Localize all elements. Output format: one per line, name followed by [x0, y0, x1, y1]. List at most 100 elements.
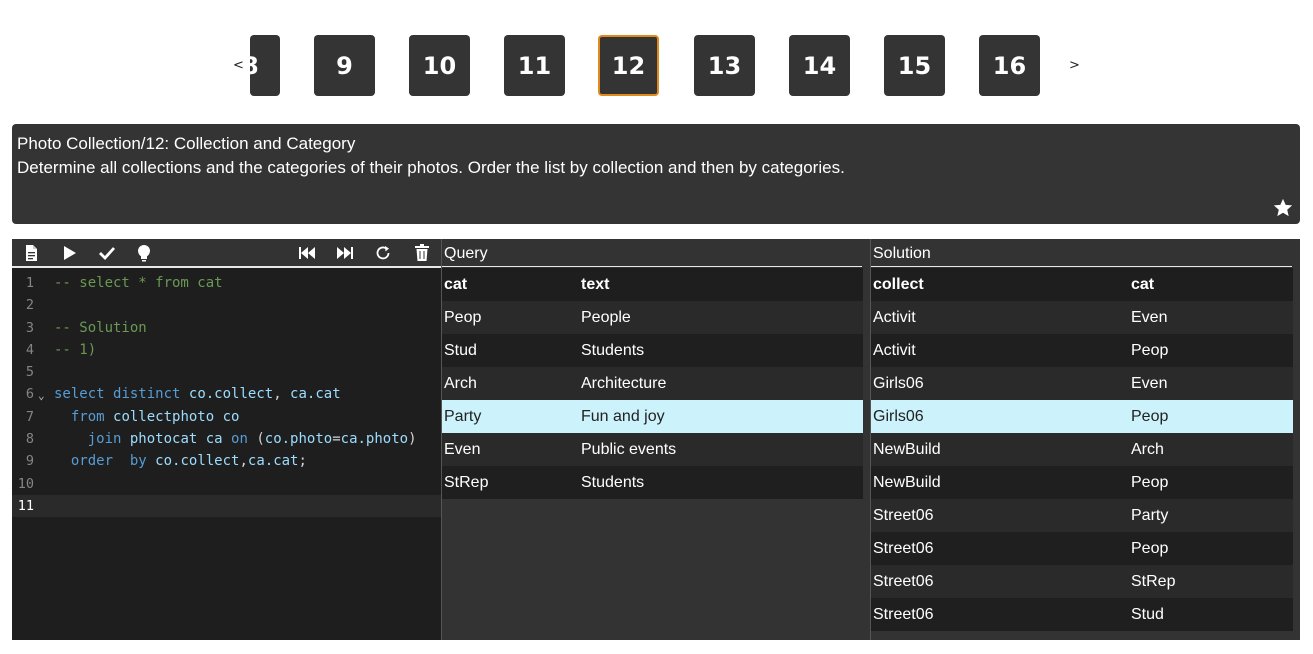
table-cell: Girls06: [871, 400, 1129, 433]
table-cell: Party: [1129, 499, 1293, 532]
page-button-13[interactable]: 13: [694, 35, 755, 96]
table-cell: Peop: [1129, 466, 1293, 499]
line-number: 1: [25, 275, 34, 291]
table-row[interactable]: Girls06 Even: [871, 367, 1293, 400]
table-row[interactable]: StRep Students: [442, 466, 863, 499]
column-header: cat: [442, 268, 579, 301]
table-row[interactable]: Stud Students: [442, 334, 863, 367]
pagination-next-button[interactable]: >: [1069, 58, 1080, 73]
query-results-panel: Query cat text Peop People Stud Students A…: [441, 239, 870, 640]
table-cell: Even: [1129, 367, 1293, 400]
table-row[interactable]: Even Public events: [442, 433, 863, 466]
line-number: 11: [17, 497, 34, 514]
code-line: 7 from collectphoto co: [12, 406, 441, 428]
code-line: 4 -- 1): [12, 339, 441, 361]
table-cell: Peop: [442, 301, 579, 334]
table-cell: Stud: [1129, 598, 1293, 631]
table-cell: Students: [579, 466, 863, 499]
code-line: 5: [12, 361, 441, 383]
skip-forward-icon[interactable]: [335, 243, 355, 263]
table-cell: Peop: [1129, 400, 1293, 433]
play-icon[interactable]: [59, 243, 79, 263]
table-row[interactable]: NewBuild Peop: [871, 466, 1293, 499]
page-button-8[interactable]: 8: [250, 35, 280, 96]
table-cell: StRep: [442, 466, 579, 499]
table-cell: People: [579, 301, 863, 334]
table-cell: Peop: [1129, 334, 1293, 367]
table-row[interactable]: Peop People: [442, 301, 863, 334]
line-number: 7: [25, 408, 34, 425]
line-number: 5: [25, 364, 34, 381]
table-cell: Activit: [871, 334, 1129, 367]
table-cell: Students: [579, 334, 863, 367]
table-row[interactable]: Arch Architecture: [442, 367, 863, 400]
table-cell: NewBuild: [871, 466, 1129, 499]
page-button-14[interactable]: 14: [789, 35, 850, 96]
reset-icon[interactable]: [373, 243, 393, 263]
table-row[interactable]: Street06 StRep: [871, 565, 1293, 598]
table-cell: Even: [1129, 301, 1293, 334]
table-row[interactable]: NewBuild Arch: [871, 433, 1293, 466]
page-button-15[interactable]: 15: [884, 35, 945, 96]
line-number: 2: [25, 297, 34, 314]
line-number: 4: [25, 341, 34, 358]
table-cell: Arch: [1129, 433, 1293, 466]
table-cell: Public events: [579, 433, 863, 466]
table-row[interactable]: Street06 Peop: [871, 532, 1293, 565]
table-row[interactable]: Activit Peop: [871, 334, 1293, 367]
code-line: 8 join photocat ca on (co.photo=ca.photo…: [12, 428, 441, 450]
page-button-16[interactable]: 16: [979, 35, 1040, 96]
table-cell: Fun and joy: [579, 400, 863, 433]
sql-editor[interactable]: 1 -- select * from cat 2 3 -- Solution 4 --…: [12, 239, 441, 640]
table-cell: Arch: [442, 367, 579, 400]
fold-chevron-icon[interactable]: ⌄: [38, 385, 45, 407]
table-cell: Even: [442, 433, 579, 466]
page-button-11[interactable]: 11: [504, 35, 565, 96]
table-row-highlighted[interactable]: Girls06 Peop: [871, 400, 1293, 433]
table-cell: Street06: [871, 499, 1129, 532]
table-cell: Architecture: [579, 367, 863, 400]
table-cell: Stud: [442, 334, 579, 367]
table-row[interactable]: Activit Even: [871, 301, 1293, 334]
lightbulb-icon[interactable]: [134, 243, 154, 263]
divider: [442, 266, 862, 267]
code-line: 1 -- select * from cat: [12, 272, 441, 294]
column-header: text: [579, 268, 863, 301]
table-row[interactable]: Street06 Party: [871, 499, 1293, 532]
code-area[interactable]: 1 -- select * from cat 2 3 -- Solution 4 --…: [12, 272, 441, 518]
table-row-highlighted[interactable]: Party Fun and joy: [442, 400, 863, 433]
table-cell: Street06: [871, 565, 1129, 598]
solution-title: Solution: [873, 245, 931, 262]
code-line: 10: [12, 473, 441, 495]
pagination-prev-button[interactable]: <: [233, 58, 244, 73]
table-cell: Activit: [871, 301, 1129, 334]
editor-toolbar: [12, 239, 441, 268]
code-line-current: 11: [12, 494, 441, 518]
table-cell: Peop: [1129, 532, 1293, 565]
check-icon[interactable]: [97, 243, 117, 263]
query-title: Query: [444, 245, 488, 262]
skip-back-icon[interactable]: [297, 243, 317, 263]
task-box: Photo Collection/12: Collection and Cate…: [12, 124, 1300, 224]
table-cell: Street06: [871, 532, 1129, 565]
code-line: 3 -- Solution: [12, 317, 441, 339]
column-header: collect: [871, 268, 1129, 301]
table-row[interactable]: Street06 Stud: [871, 598, 1293, 631]
trash-icon[interactable]: [412, 243, 432, 263]
table-cell: StRep: [1129, 565, 1293, 598]
star-icon[interactable]: [1272, 197, 1294, 219]
main-panel: 1 -- select * from cat 2 3 -- Solution 4 --…: [12, 239, 1300, 640]
code-line: 9 order by co.collect,ca.cat;: [12, 450, 441, 472]
task-description: Determine all collections and the catego…: [17, 158, 845, 177]
query-table: cat text Peop People Stud Students Arch Arc…: [442, 268, 863, 499]
table-header-row: collect cat: [871, 268, 1293, 301]
line-number: 8: [25, 431, 34, 448]
table-cell: Party: [442, 400, 579, 433]
page-button-10[interactable]: 10: [409, 35, 470, 96]
document-icon[interactable]: [21, 243, 41, 263]
page-button-12-active[interactable]: 12: [598, 35, 659, 96]
page-button-9[interactable]: 9: [314, 35, 375, 96]
solution-results-panel: Solution collect cat Activit Even Activit…: [870, 239, 1300, 640]
table-cell: Street06: [871, 598, 1129, 631]
code-line: 2: [12, 294, 441, 316]
